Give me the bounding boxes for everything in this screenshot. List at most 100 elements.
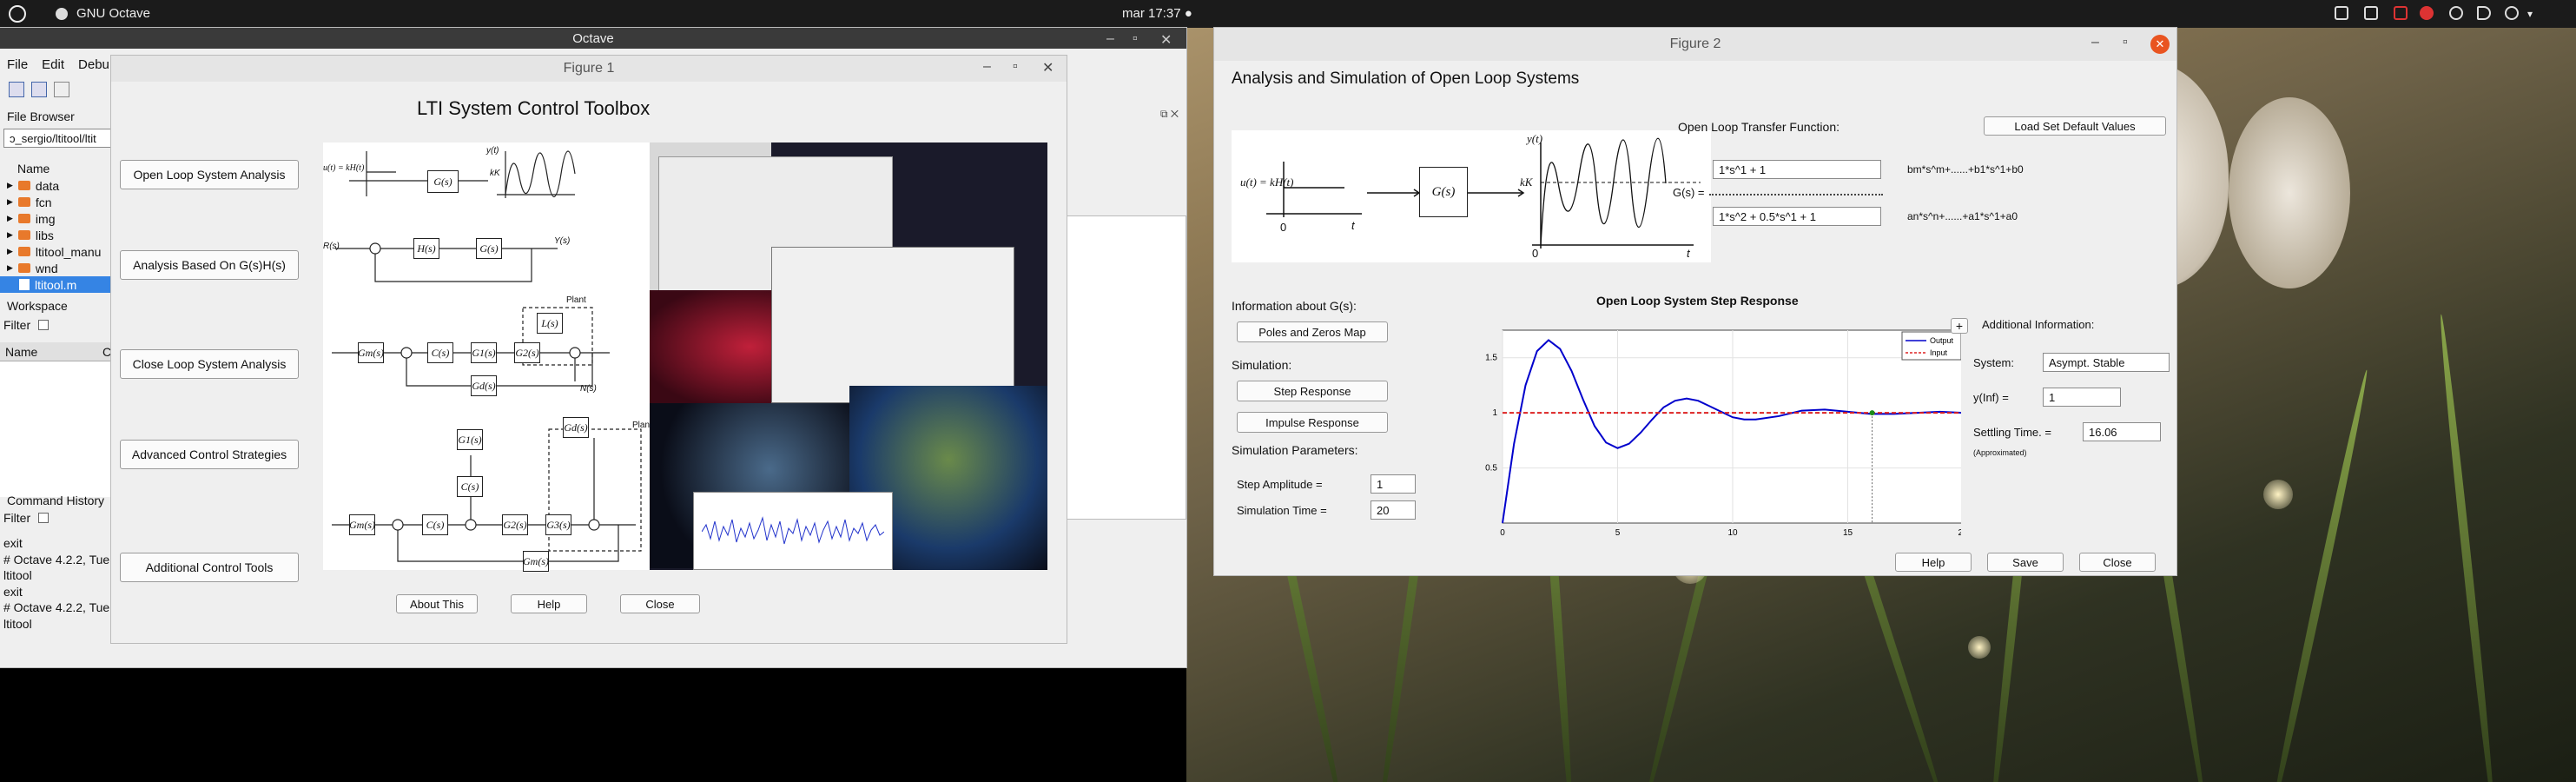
close-icon[interactable]: ✕ <box>2150 35 2170 54</box>
mail-icon[interactable] <box>2420 6 2434 20</box>
app-menu[interactable]: GNU Octave <box>76 6 150 21</box>
folder-icon <box>17 230 30 240</box>
help-button[interactable]: Help <box>511 594 587 613</box>
minimize-icon[interactable]: – <box>983 59 991 75</box>
additional-tools-button[interactable]: Additional Control Tools <box>120 553 299 582</box>
input-label: u(t) = kH(t) <box>323 163 365 173</box>
history-line[interactable]: exit <box>3 584 113 600</box>
minimize-icon[interactable]: – <box>2091 35 2099 50</box>
filter-checkbox[interactable] <box>38 320 49 330</box>
workspace-name-header[interactable]: Name <box>5 345 37 359</box>
clock[interactable]: mar 17:37 ● <box>1122 6 1192 21</box>
list-item[interactable]: ▶ data <box>0 177 113 194</box>
list-item-selected[interactable]: ltitool.m <box>0 276 113 293</box>
toolbox-heading: LTI System Control Toolbox <box>417 97 651 119</box>
about-button[interactable]: About This <box>396 594 478 613</box>
path-field[interactable]: ɔ_sergio/ltitool/ltit <box>3 129 111 148</box>
origin-label: 0 <box>1532 247 1539 260</box>
menu-file[interactable]: File <box>7 57 28 72</box>
legend-label: Output <box>1930 336 1954 345</box>
info-heading: Information about G(s): <box>1232 299 1357 313</box>
system-top-bar: GNU Octave mar 17:37 ● ▾ <box>0 0 2576 28</box>
list-item[interactable]: ▶ libs <box>0 227 113 243</box>
activities-icon[interactable] <box>9 5 26 23</box>
close-loop-analysis-button[interactable]: Close Loop System Analysis <box>120 349 299 379</box>
simulation-heading: Simulation: <box>1232 358 1292 372</box>
maximize-icon[interactable]: ▫ <box>1013 59 1018 75</box>
x-tick-label: 20 <box>1958 528 1961 538</box>
fraction-bar <box>1709 194 1883 196</box>
system-field[interactable]: Asympt. Stable <box>2043 353 2170 372</box>
step-response-button[interactable]: Step Response <box>1237 381 1388 401</box>
numerator-input[interactable]: 1*s^1 + 1 <box>1713 160 1881 179</box>
step-response-chart[interactable]: 0 5 10 15 20 0.5 1 1.5 Output Input <box>1475 309 1961 544</box>
tray-app-icon[interactable] <box>2394 6 2408 20</box>
screen-icon[interactable] <box>2364 6 2378 20</box>
save-button[interactable]: Save <box>1987 553 2064 572</box>
history-line[interactable]: ltitool <box>3 616 113 633</box>
plus-button[interactable]: + <box>1951 318 1968 334</box>
name-column-header[interactable]: Name <box>17 162 50 176</box>
maximize-icon[interactable]: ▫ <box>2123 35 2128 50</box>
list-item[interactable]: ▶ fcn <box>0 194 113 210</box>
undock-icon[interactable]: ⧉ ✕ <box>1160 108 1179 121</box>
command-window[interactable] <box>1065 215 1186 520</box>
time-axis-label: t <box>1351 219 1355 232</box>
denominator-input[interactable]: 1*s^2 + 0.5*s^1 + 1 <box>1713 207 1881 226</box>
params-heading: Simulation Parameters: <box>1232 443 1358 457</box>
figure2-title: Figure 2 <box>1214 28 2176 61</box>
open-loop-diagram: G(s) u(t) = kH(t) y(t) kK t t 0 0 <box>1232 130 1711 262</box>
block-g2b: G2(s) <box>514 342 540 363</box>
collage-image <box>650 142 1047 570</box>
maximize-icon[interactable]: ▫ <box>1133 31 1138 47</box>
open-loop-analysis-button[interactable]: Open Loop System Analysis <box>120 160 299 189</box>
list-item[interactable]: ▶ ltitool_manu <box>0 243 113 260</box>
settling-field[interactable]: 16.06 <box>2083 422 2161 441</box>
history-line[interactable]: ltitool <box>3 567 113 584</box>
dropbox-icon[interactable] <box>2335 6 2348 20</box>
poles-zeros-button[interactable]: Poles and Zeros Map <box>1237 321 1388 342</box>
menu-edit[interactable]: Edit <box>42 57 64 72</box>
volume-icon[interactable] <box>2477 6 2491 20</box>
close-icon[interactable]: ✕ <box>1160 31 1172 49</box>
history-line[interactable]: # Octave 4.2.2, Tue <box>3 600 113 616</box>
list-item[interactable]: ▶ img <box>0 210 113 227</box>
power-icon[interactable] <box>2505 6 2519 20</box>
y-tick-label: 1.5 <box>1485 354 1497 363</box>
minimize-icon[interactable]: – <box>1106 31 1114 47</box>
network-icon[interactable] <box>2449 6 2463 20</box>
close-button[interactable]: Close <box>620 594 700 613</box>
gh-analysis-button[interactable]: Analysis Based On G(s)H(s) <box>120 250 299 280</box>
advanced-control-button[interactable]: Advanced Control Strategies <box>120 440 299 469</box>
figure1-title: Figure 1 <box>111 56 1067 82</box>
block-g: G(s) <box>427 170 459 193</box>
folder-icon <box>17 197 30 207</box>
folder-icon <box>17 214 30 223</box>
workspace-table[interactable] <box>0 361 113 497</box>
chevron-down-icon[interactable]: ▾ <box>2527 8 2533 20</box>
copy-icon[interactable] <box>54 82 69 97</box>
filter-checkbox[interactable] <box>38 513 49 523</box>
history-line[interactable]: # Octave 4.2.2, Tue <box>3 552 113 568</box>
sim-time-input[interactable]: 20 <box>1371 500 1416 520</box>
help-button[interactable]: Help <box>1895 553 1972 572</box>
load-defaults-button[interactable]: Load Set Default Values <box>1984 116 2166 136</box>
folder-icon <box>17 247 30 256</box>
amplitude-label: Step Amplitude = <box>1237 478 1323 491</box>
amplitude-input[interactable]: 1 <box>1371 474 1416 494</box>
output-label: y(t) <box>486 146 499 156</box>
yinf-label: y(Inf) = <box>1973 391 2009 404</box>
new-file-icon[interactable] <box>9 82 24 97</box>
workspace-title: Workspace <box>7 299 68 313</box>
close-icon[interactable]: ✕ <box>1042 59 1054 76</box>
menu-debug[interactable]: Debu <box>78 57 109 72</box>
history-line[interactable]: exit <box>3 535 113 552</box>
folder-icon <box>17 263 30 273</box>
figure1-window: Figure 1 – ▫ ✕ LTI System Control Toolbo… <box>111 56 1067 643</box>
chart-title: Open Loop System Step Response <box>1596 294 1799 308</box>
impulse-response-button[interactable]: Impulse Response <box>1237 412 1388 433</box>
list-item[interactable]: ▶ wnd <box>0 260 113 276</box>
yinf-field[interactable]: 1 <box>2043 388 2121 407</box>
open-file-icon[interactable] <box>31 82 47 97</box>
close-button[interactable]: Close <box>2079 553 2156 572</box>
